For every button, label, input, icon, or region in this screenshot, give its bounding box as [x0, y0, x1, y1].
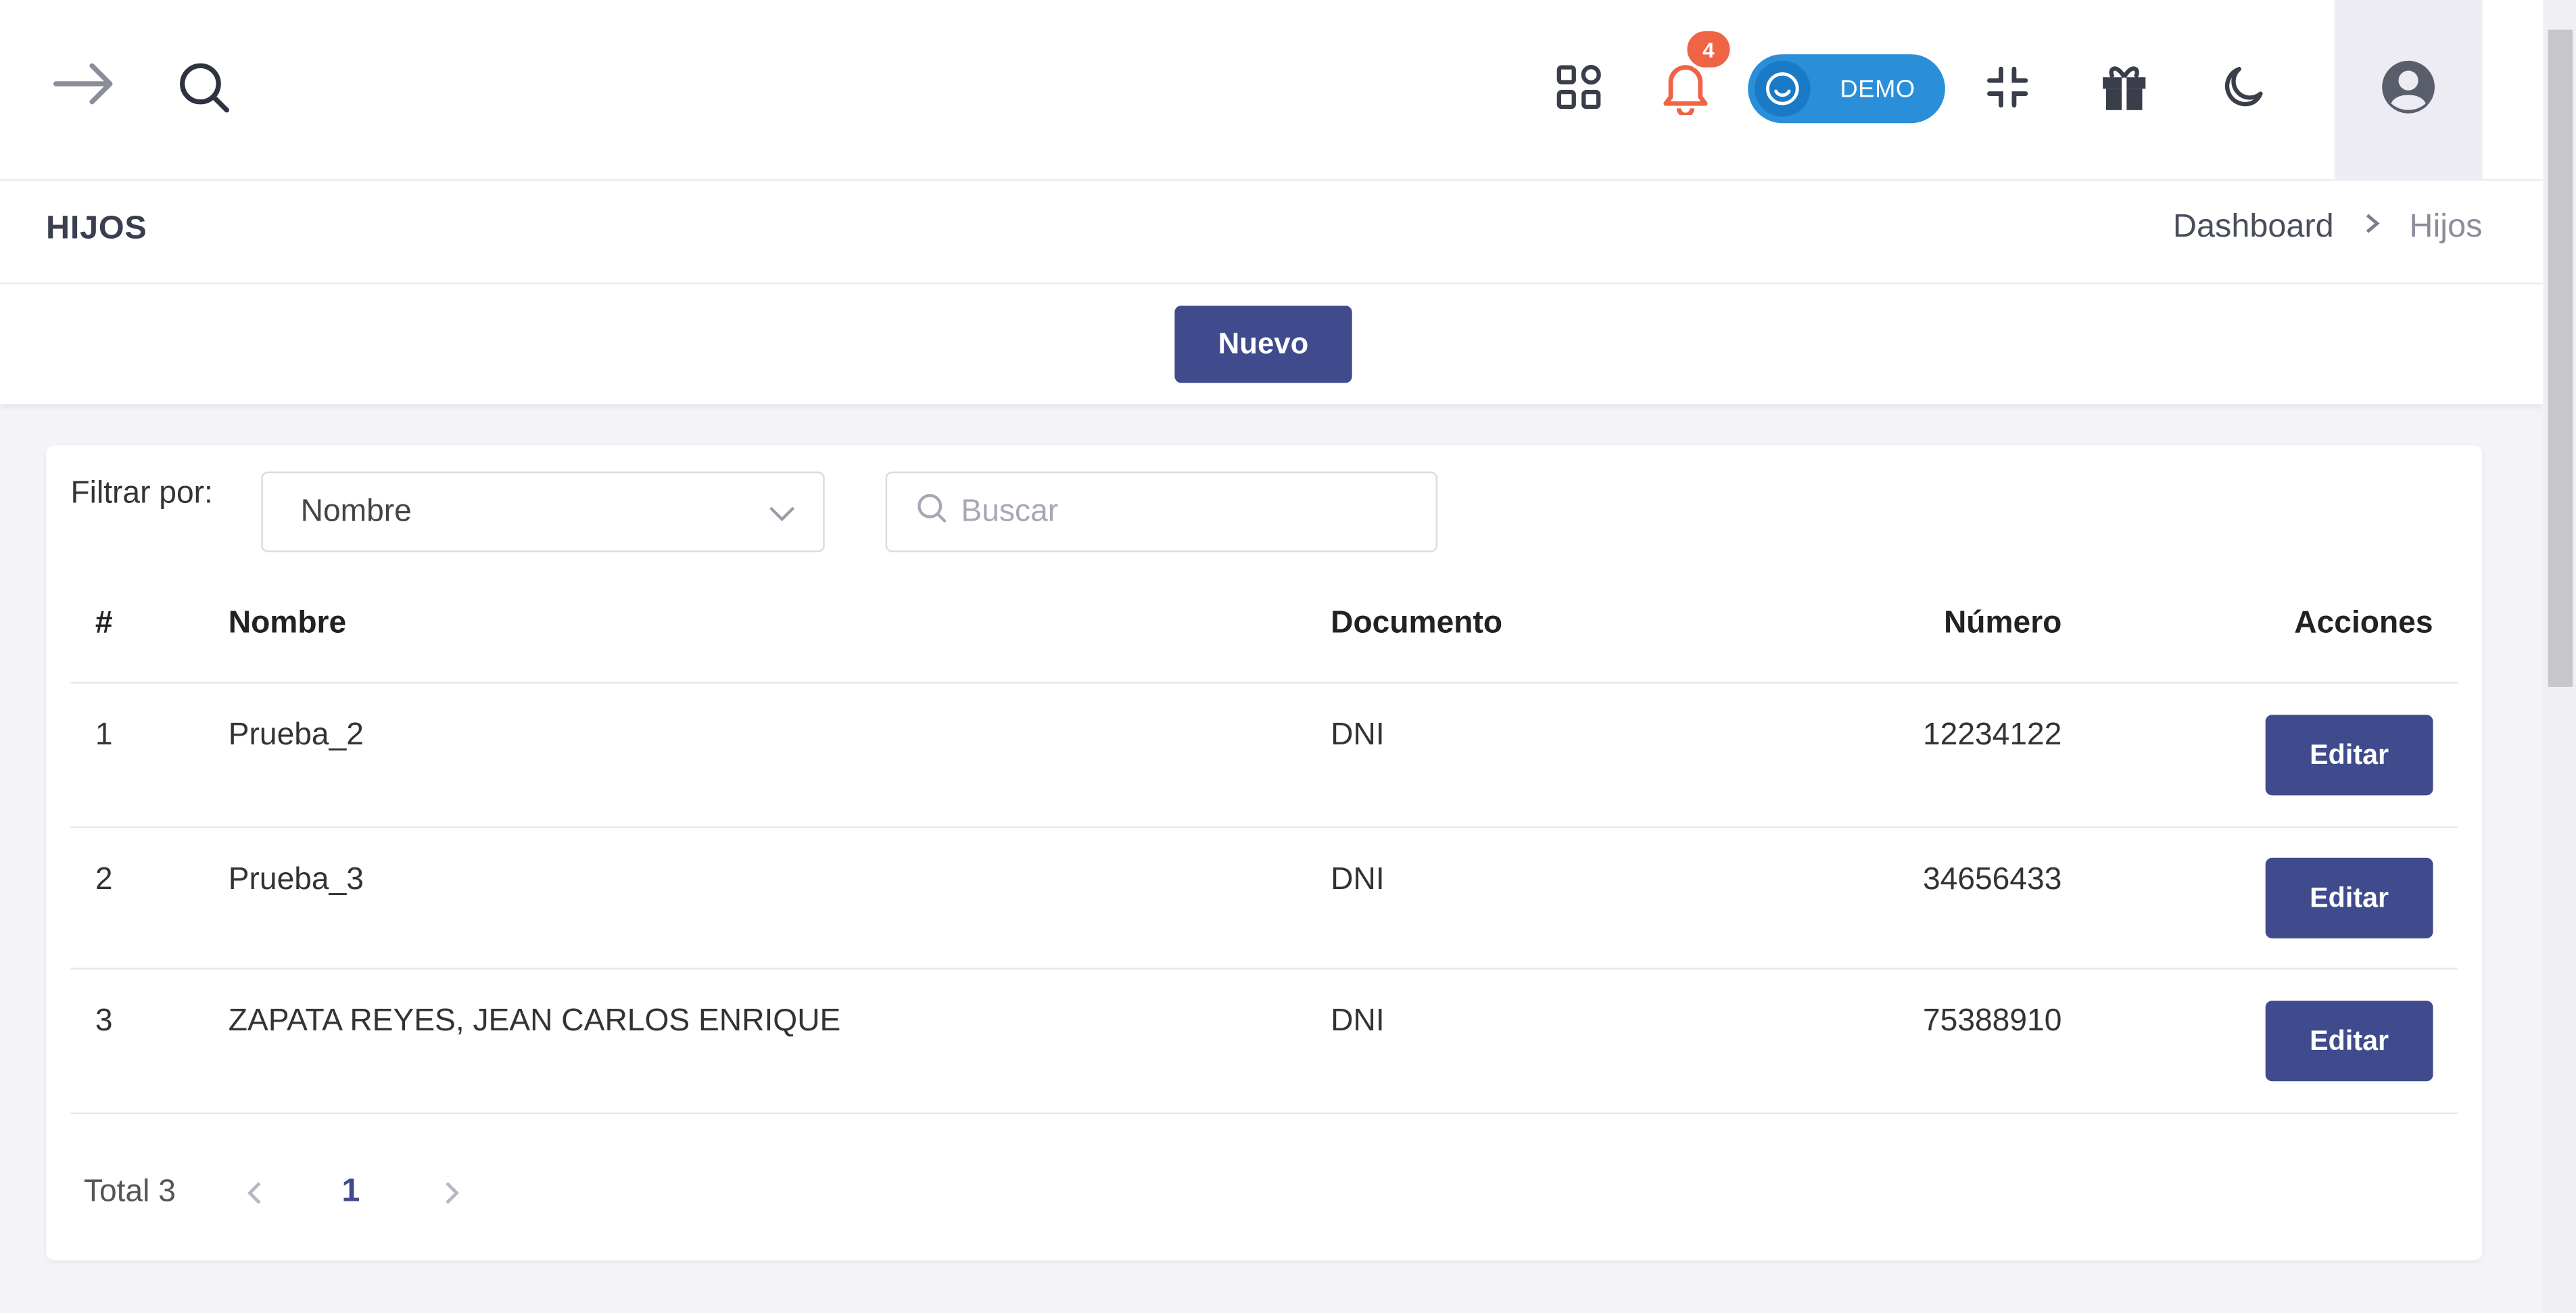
chevron-right-icon — [2363, 212, 2379, 243]
pagination-total: Total 3 — [83, 1174, 176, 1210]
column-header-documento: Documento — [1331, 606, 1503, 641]
search-input[interactable] — [961, 494, 1389, 530]
pagination-page[interactable]: 1 — [341, 1173, 360, 1211]
filter-label: Filtrar por: — [70, 476, 213, 511]
top-navbar: 4 DEMO — [0, 0, 2544, 181]
edit-button[interactable]: Editar — [2265, 857, 2433, 938]
edit-button[interactable]: Editar — [2265, 1001, 2433, 1082]
row-nombre: Prueba_3 — [228, 863, 364, 898]
row-documento: DNI — [1331, 863, 1385, 898]
edit-button[interactable]: Editar — [2265, 715, 2433, 796]
row-numero: 12234122 — [1922, 718, 2062, 753]
apps-grid-icon[interactable] — [1552, 61, 1605, 114]
chevron-down-icon — [767, 500, 797, 535]
compress-icon[interactable] — [1981, 61, 2034, 114]
search-box[interactable] — [885, 471, 1438, 552]
table-divider — [70, 1112, 2458, 1114]
chevron-right-icon[interactable] — [440, 1176, 463, 1218]
row-index: 1 — [95, 718, 113, 753]
row-nombre: ZAPATA REYES, JEAN CARLOS ENRIQUE — [228, 1004, 841, 1039]
user-circle-icon — [2381, 58, 2437, 122]
filter-select[interactable]: Nombre — [261, 471, 825, 552]
breadcrumb: Dashboard Hijos — [2173, 209, 2483, 247]
row-nombre: Prueba_2 — [228, 718, 364, 753]
moon-icon[interactable] — [2216, 61, 2269, 114]
row-index: 2 — [95, 863, 113, 898]
demo-label: DEMO — [1840, 74, 1915, 103]
row-numero: 75388910 — [1922, 1004, 2062, 1039]
table-divider — [70, 682, 2458, 684]
search-icon — [915, 492, 948, 533]
app-root: 4 DEMO HIJOS Dashboard Hijos Nuevo Filtr… — [0, 0, 2576, 1313]
table-divider — [70, 826, 2458, 828]
notification-badge: 4 — [1684, 28, 1734, 71]
row-documento: DNI — [1331, 718, 1385, 753]
column-header-nombre: Nombre — [228, 606, 347, 641]
table-divider — [70, 968, 2458, 970]
column-header-index: # — [95, 606, 113, 641]
row-index: 3 — [95, 1004, 113, 1039]
breadcrumb-current: Hijos — [2409, 208, 2483, 245]
gift-icon[interactable] — [2096, 59, 2152, 115]
row-numero: 34656433 — [1922, 863, 2062, 898]
arrow-right-icon[interactable] — [49, 56, 118, 112]
new-button[interactable]: Nuevo — [1174, 306, 1352, 383]
demo-toggle[interactable]: DEMO — [1748, 54, 1945, 124]
smile-icon — [1755, 60, 1811, 117]
page-title: HIJOS — [46, 210, 147, 247]
page-subheader — [0, 181, 2544, 285]
row-documento: DNI — [1331, 1004, 1385, 1039]
scrollbar-thumb[interactable] — [2548, 29, 2573, 687]
breadcrumb-dashboard[interactable]: Dashboard — [2173, 209, 2334, 247]
column-header-numero: Número — [1943, 606, 2062, 641]
user-menu[interactable] — [2334, 0, 2483, 181]
search-icon[interactable] — [174, 57, 233, 116]
chevron-left-icon[interactable] — [243, 1176, 266, 1218]
results-card — [46, 445, 2483, 1261]
filter-select-value: Nombre — [300, 494, 412, 529]
column-header-acciones: Acciones — [2294, 606, 2433, 641]
